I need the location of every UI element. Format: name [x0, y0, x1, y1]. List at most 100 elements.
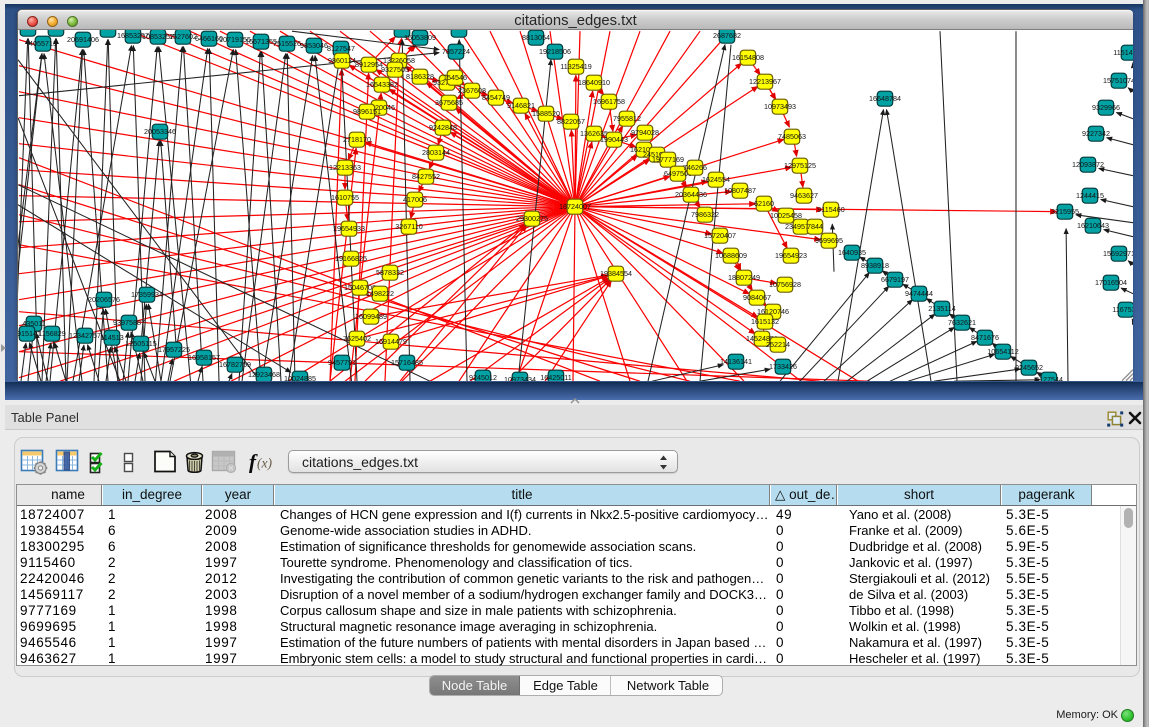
svg-text:8127547: 8127547: [327, 44, 355, 53]
svg-text:20691406: 20691406: [67, 35, 99, 44]
svg-text:9242848: 9242848: [429, 123, 457, 132]
svg-text:9227342: 9227342: [1082, 129, 1110, 138]
svg-text:8427552: 8427552: [412, 172, 440, 181]
svg-text:1610755: 1610755: [331, 193, 359, 202]
svg-text:1167533: 1167533: [1112, 305, 1133, 314]
svg-text:3675685: 3675685: [435, 98, 463, 107]
svg-text:16958157: 16958157: [188, 353, 220, 362]
svg-text:8127544: 8127544: [1035, 375, 1063, 381]
svg-text:(x): (x): [257, 456, 272, 471]
svg-text:1156829: 1156829: [38, 329, 65, 338]
svg-text:7857224: 7857224: [442, 47, 470, 56]
svg-text:7844: 7844: [807, 222, 823, 231]
svg-text:9463627: 9463627: [790, 191, 818, 200]
svg-text:7485063: 7485063: [778, 132, 806, 141]
svg-text:7986322: 7986322: [691, 210, 719, 219]
svg-text:16210643: 16210643: [1077, 221, 1109, 230]
svg-text:15720407: 15720407: [704, 231, 736, 240]
svg-text:20364436: 20364436: [675, 190, 707, 199]
svg-text:10973434: 10973434: [504, 375, 536, 381]
svg-text:9146821: 9146821: [507, 101, 535, 110]
svg-text:16543382: 16543382: [366, 80, 398, 89]
svg-text:18724007: 18724007: [559, 202, 591, 211]
svg-text:417006: 417006: [403, 195, 427, 204]
svg-text:3215955: 3215955: [1051, 207, 1079, 216]
svg-text:7955812: 7955812: [613, 114, 641, 123]
svg-text:1615132: 1615132: [751, 317, 779, 326]
svg-text:10024885: 10024885: [284, 374, 316, 381]
svg-text:9474444: 9474444: [905, 289, 933, 298]
svg-text:10688609: 10688609: [715, 251, 747, 260]
svg-text:8454749: 8454749: [482, 93, 510, 102]
svg-text:14136141: 14136141: [720, 357, 752, 366]
svg-text:11514808: 11514808: [1113, 48, 1133, 57]
svg-text:1624554: 1624554: [702, 175, 730, 184]
svg-text:19384554: 19384554: [600, 269, 632, 278]
svg-text:17016504: 17016504: [1095, 278, 1127, 287]
svg-text:19166825: 19166825: [335, 254, 367, 263]
svg-text:16425011: 16425011: [540, 373, 571, 381]
svg-text:8912954: 8912954: [355, 60, 383, 69]
svg-text:19218506: 19218506: [539, 47, 571, 56]
svg-text:20053346: 20053346: [144, 127, 176, 136]
svg-text:5878332: 5878332: [376, 268, 404, 277]
svg-text:3267110: 3267110: [395, 222, 422, 231]
svg-text:9084067: 9084067: [743, 293, 771, 302]
svg-text:10654112: 10654112: [987, 347, 1018, 356]
svg-text:2718170: 2718170: [343, 135, 371, 144]
svg-text:10756928: 10756928: [769, 280, 801, 289]
svg-text:10807487: 10807487: [724, 186, 756, 195]
svg-text:18640910: 18640910: [578, 78, 610, 87]
svg-text:19654923: 19654923: [775, 251, 807, 260]
svg-text:7625402: 7625402: [343, 334, 371, 343]
svg-text:15751074: 15751074: [1103, 76, 1133, 85]
svg-text:8471676: 8471676: [971, 333, 999, 342]
svg-text:8813054: 8813054: [522, 33, 550, 42]
svg-text:9245012: 9245012: [469, 373, 497, 381]
svg-text:1733426: 1733426: [769, 362, 797, 371]
svg-text:12505115: 12505115: [125, 339, 156, 348]
svg-text:9329966: 9329966: [1092, 103, 1120, 112]
svg-text:4055713: 4055713: [29, 39, 57, 48]
svg-text:18807249: 18807249: [728, 273, 760, 282]
svg-text:1244415: 1244415: [1076, 191, 1104, 200]
svg-text:9115460: 9115460: [817, 205, 844, 214]
svg-text:12213967: 12213967: [749, 77, 781, 86]
svg-text:29300275: 29300275: [516, 214, 548, 223]
svg-text:1640935: 1640935: [838, 248, 866, 257]
svg-text:9457791: 9457791: [328, 358, 356, 367]
svg-text:12213363: 12213363: [329, 163, 361, 172]
svg-text:1588520: 1588520: [532, 109, 560, 118]
svg-text:154546: 154546: [443, 73, 467, 82]
svg-text:93975887: 93975887: [113, 318, 145, 327]
svg-text:16099489: 16099489: [355, 312, 387, 321]
svg-text:9860124: 9860124: [328, 56, 356, 65]
svg-text:19777169: 19777169: [652, 155, 684, 164]
svg-text:9699695: 9699695: [815, 236, 843, 245]
svg-text:6679197: 6679197: [881, 275, 909, 284]
svg-text:252214: 252214: [766, 340, 790, 349]
svg-text:11325419: 11325419: [560, 62, 591, 71]
svg-text:9794028: 9794028: [631, 128, 659, 137]
svg-text:2803144: 2803144: [422, 148, 450, 157]
svg-text:8186328: 8186328: [406, 72, 434, 81]
svg-text:746266: 746266: [683, 163, 707, 172]
svg-text:15692971: 15692971: [1103, 249, 1133, 258]
svg-text:16053809: 16053809: [404, 33, 436, 42]
svg-text:10973493: 10973493: [764, 102, 796, 111]
svg-text:9896151: 9896151: [353, 107, 381, 116]
svg-text:16914479: 16914479: [375, 337, 407, 346]
svg-text:8938918: 8938918: [861, 261, 889, 270]
svg-text:19654933: 19654933: [333, 224, 365, 233]
svg-text:62160: 62160: [754, 199, 774, 208]
svg-text:12342757: 12342757: [69, 331, 101, 340]
svg-text:16961758: 16961758: [593, 97, 625, 106]
svg-text:9853046: 9853046: [300, 41, 328, 50]
svg-text:1990443: 1990443: [600, 135, 628, 144]
svg-text:12923468: 12923468: [248, 370, 280, 379]
svg-text:2687682: 2687682: [713, 31, 741, 40]
svg-text:7515526: 7515526: [273, 39, 301, 48]
svg-text:12975125: 12975125: [784, 161, 816, 170]
svg-text:15716485: 15716485: [391, 358, 423, 367]
svg-text:1527602: 1527602: [169, 32, 197, 41]
